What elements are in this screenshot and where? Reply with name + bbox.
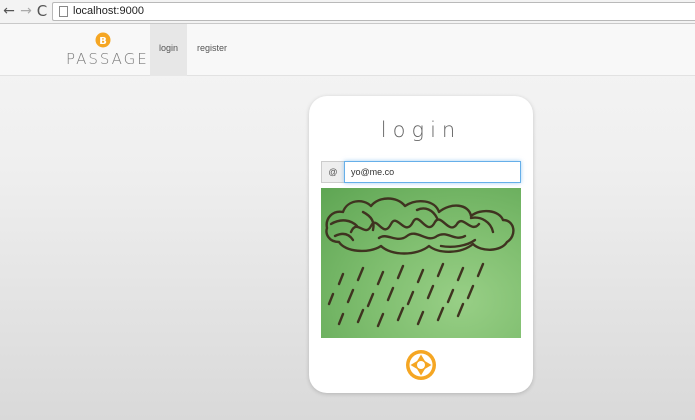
- rain-cloud-drawing: [325, 197, 515, 328]
- svg-text:B: B: [99, 36, 107, 47]
- camera-shutter-icon[interactable]: [405, 349, 437, 381]
- email-input-group: @: [321, 161, 521, 183]
- page-title: login: [380, 118, 462, 142]
- back-arrow-icon[interactable]: ←: [1, 3, 17, 19]
- forward-arrow-icon[interactable]: →: [18, 3, 34, 19]
- at-sign-addon: @: [321, 161, 344, 183]
- login-card: login @: [309, 96, 533, 393]
- webcam-preview[interactable]: [321, 188, 521, 338]
- address-bar[interactable]: localhost:9000: [52, 2, 695, 21]
- reload-icon[interactable]: C: [34, 3, 50, 19]
- email-field[interactable]: [344, 161, 521, 183]
- address-url[interactable]: localhost:9000: [73, 5, 144, 18]
- brand-name: PASSAGE: [66, 50, 149, 68]
- page-icon: [59, 6, 68, 17]
- bitcoin-coin-icon: B: [95, 32, 111, 48]
- nav-item-login[interactable]: login: [150, 24, 187, 76]
- browser-toolbar: ← → C localhost:9000: [0, 0, 695, 24]
- brand-logo[interactable]: B PASSAGE: [66, 32, 149, 72]
- site-navbar: B PASSAGE login register: [0, 24, 695, 76]
- nav-item-register[interactable]: register: [192, 24, 232, 76]
